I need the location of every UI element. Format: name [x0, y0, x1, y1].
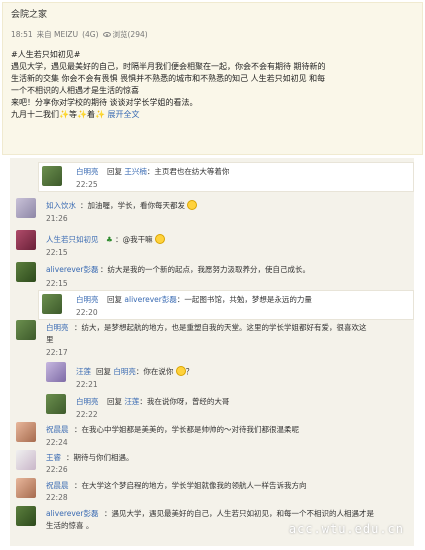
comment-text: ：在我心中学姐都是美美的，学长都是帅帅的～对待我们都很温柔呢	[74, 425, 299, 434]
laugh-emoji-icon	[175, 366, 186, 376]
comment-text-continued: 生活的惊喜 。	[46, 521, 94, 530]
reply-target[interactable]: 王兴楠	[124, 167, 147, 176]
comment-time: 22:15	[46, 279, 68, 288]
avatar[interactable]	[42, 294, 62, 314]
avatar[interactable]	[46, 394, 66, 414]
comment-time: 22:26	[46, 465, 68, 474]
comment-text: 回复 白明亮：你在说你 ？	[96, 366, 194, 376]
avatar[interactable]	[16, 262, 36, 282]
comment-author[interactable]: 白明亮	[46, 322, 69, 333]
post-line: 来吧！分享你对学校的期待 谈谈对学长学姐的看法。	[11, 98, 198, 107]
comment-author[interactable]: 如入饮水	[46, 200, 76, 211]
weibo-post: 会院之家 18:51 来自 MEIZU (4G) 浏览(294) #人生若只如初…	[2, 2, 423, 155]
avatar[interactable]	[16, 422, 36, 442]
avatar[interactable]	[16, 320, 36, 340]
comment-time: 22:21	[76, 380, 98, 389]
avatar[interactable]	[16, 198, 36, 218]
tree-icon: ♣	[106, 235, 113, 244]
comment-author[interactable]: 汪莲	[76, 366, 91, 377]
avatar[interactable]	[16, 506, 36, 526]
comment-time: 22:22	[76, 410, 98, 419]
sparkle-icon: ✨	[94, 110, 105, 119]
comment-text: ：加油喔，学长，看你每天都发	[80, 200, 198, 211]
comment-time: 22:17	[46, 348, 68, 357]
comment-text: ：在大学这个梦启程的地方，学长学姐就像我的领航人一样告诉我方向	[74, 481, 307, 490]
sparkle-icon: ✨	[76, 110, 87, 119]
avatar[interactable]	[42, 166, 62, 186]
post-meta: 18:51 来自 MEIZU (4G) 浏览(294)	[11, 29, 414, 40]
watermark: acc.wtu.edu.cn	[288, 522, 404, 536]
post-source: 来自 MEIZU	[36, 30, 79, 39]
avatar[interactable]	[16, 230, 36, 250]
comment-author[interactable]: aliverever彭磊	[46, 264, 99, 275]
comment-text: ：遇见大学，遇见最美好的自己，人生若只如初见，和每一个不相识的人相遇才是	[104, 509, 374, 518]
reply-target[interactable]: 汪莲	[124, 397, 139, 406]
comment-text: 回复 王兴楠：主页君也在纺大等着你	[107, 167, 230, 176]
sparkle-icon: ✨	[59, 110, 69, 119]
comment-text: 回复 汪莲：我在说你呀，曾经的大哥	[107, 397, 230, 406]
post-hashtag[interactable]: #人生若只如初见#	[11, 49, 416, 61]
post-line: 遇见大学，遇见最美好的自己，时隔半月我们便会相聚在一起，你会不会有期待 期待新的	[11, 62, 326, 71]
avatar[interactable]	[16, 478, 36, 498]
post-network: (4G)	[82, 30, 99, 39]
comment-time: 22:24	[46, 438, 68, 447]
comment-author[interactable]: 祝晨晨	[46, 480, 69, 491]
reply-target[interactable]: aliverever彭磊	[124, 295, 177, 304]
eye-icon	[102, 32, 111, 37]
expand-full-text-link[interactable]: 展开全文	[107, 110, 139, 119]
surprised-emoji-icon	[155, 234, 166, 244]
comment-time: 22:15	[46, 248, 68, 257]
comment-author[interactable]: 白明亮	[76, 166, 99, 177]
post-time: 18:51	[11, 30, 33, 39]
post-author[interactable]: 会院之家	[11, 9, 414, 22]
post-line: 一个不相识的人相遇才是生活的惊喜	[11, 86, 139, 95]
comment-author[interactable]: 白明亮	[76, 294, 99, 305]
comment-text: 回复 aliverever彭磊：一起图书馆，共勉，梦想是永远的力量	[107, 295, 312, 304]
post-last-line: 九月十二我们✨等✨着✨ 展开全文	[11, 110, 140, 119]
post-body: #人生若只如初见# 遇见大学，遇见最美好的自己，时隔半月我们便会相聚在一起，你会…	[11, 49, 416, 121]
reply-target[interactable]: 白明亮	[113, 367, 136, 376]
comment-author[interactable]: 白明亮	[76, 396, 99, 407]
comment-time: 22:25	[76, 180, 98, 189]
comment-author[interactable]: 王睿	[46, 452, 61, 463]
comment-text: ：纺大是我的一个新的起点，我愿努力汲取养分，使自己成长。	[100, 265, 310, 274]
comment-text: ：期待与你们相遇。	[66, 453, 134, 462]
comment-text: ：纺大，是梦想起航的地方，也是重塑自我的天堂。这里的学长学姐都好有爱，很喜欢这	[74, 323, 367, 332]
comment-author[interactable]: aliverever彭磊	[46, 508, 99, 519]
comment-list: 白明亮 回复 王兴楠：主页君也在纺大等着你 22:25 如入饮水 ：加油喔，学长…	[10, 158, 414, 546]
post-line: 生活新的交集 你会不会有畏惧 畏惧并不熟悉的城市和不熟悉的知己 人生若只如初见 …	[11, 74, 326, 83]
smile-emoji-icon	[187, 200, 198, 210]
avatar[interactable]	[16, 450, 36, 470]
views-count: 浏览(294)	[102, 29, 148, 40]
comment-time: 21:26	[46, 214, 68, 223]
comment-text: ♣ ：@我干嘛	[106, 234, 166, 245]
comment-author[interactable]: 人生若只如初见	[46, 234, 99, 245]
avatar[interactable]	[46, 362, 66, 382]
views-label: 浏览(294)	[112, 30, 148, 39]
comment-text-continued: 里	[46, 335, 54, 344]
comment-time: 22:20	[76, 308, 98, 317]
comment-author[interactable]: 祝晨晨	[46, 424, 69, 435]
comment-time: 22:28	[46, 493, 68, 502]
